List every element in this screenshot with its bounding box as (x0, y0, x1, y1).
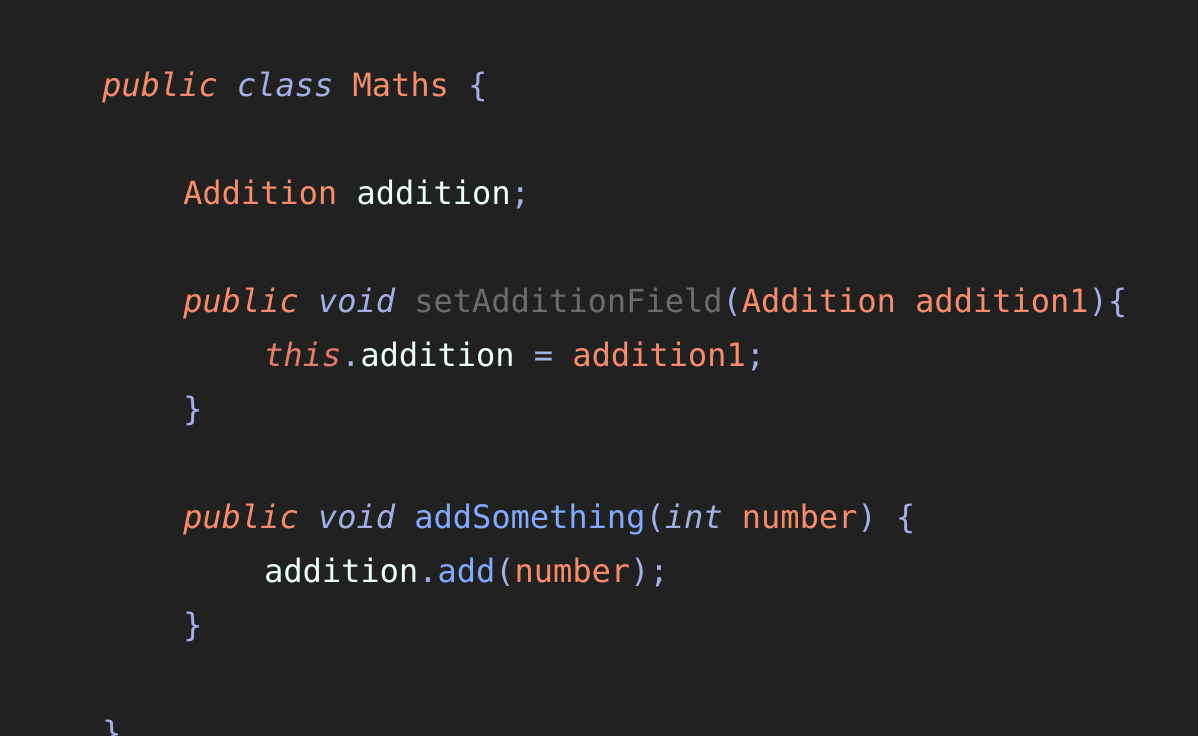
semicolon: ; (745, 336, 765, 374)
object-name: addition (264, 552, 419, 590)
open-brace: { (1107, 282, 1128, 320)
semicolon: ; (649, 552, 669, 590)
assigned-value: addition1 (572, 336, 746, 374)
dot-operator: . (341, 336, 361, 374)
code-editor[interactable]: public class Maths { Addition addition; … (0, 0, 1198, 736)
close-brace: } (183, 390, 203, 428)
code-line-close-brace[interactable]: } (25, 349, 202, 428)
called-method: add (437, 552, 496, 590)
code-line-assignment[interactable]: this.addition = addition1; (25, 295, 765, 374)
param-name: number (741, 498, 858, 536)
semicolon: ; (510, 174, 530, 212)
argument: number (514, 552, 631, 590)
equals-operator: = (533, 336, 554, 374)
class-name: Maths (352, 66, 449, 104)
close-brace: } (102, 714, 122, 736)
keyword-public: public (102, 66, 218, 104)
code-line-method-call[interactable]: addition.add(number); (25, 511, 669, 590)
close-paren: ) (630, 552, 650, 590)
field-name: addition (356, 174, 511, 212)
param-name: addition1 (915, 282, 1089, 320)
code-line-class-declaration[interactable]: public class Maths { (25, 25, 487, 104)
field-name: addition (360, 336, 515, 374)
close-paren: ) (1088, 282, 1108, 320)
code-line-field-declaration[interactable]: Addition addition; (25, 133, 530, 212)
close-paren: ) (857, 498, 877, 536)
code-line-method-set-addition-field[interactable]: public void setAdditionField(Addition ad… (25, 241, 1127, 320)
code-line-close-brace[interactable]: } (25, 565, 202, 644)
code-line-method-add-something[interactable]: public void addSomething(int number) { (25, 457, 915, 536)
code-line-class-close-brace[interactable]: } (25, 673, 121, 736)
open-brace: { (895, 498, 916, 536)
type-name: Addition (183, 174, 338, 212)
keyword-this: this (264, 336, 342, 374)
param-type: int (664, 498, 723, 536)
keyword-class: class (236, 66, 334, 104)
open-paren: ( (495, 552, 515, 590)
open-brace: { (468, 66, 488, 104)
dot-operator: . (418, 552, 438, 590)
close-brace: } (183, 606, 203, 644)
